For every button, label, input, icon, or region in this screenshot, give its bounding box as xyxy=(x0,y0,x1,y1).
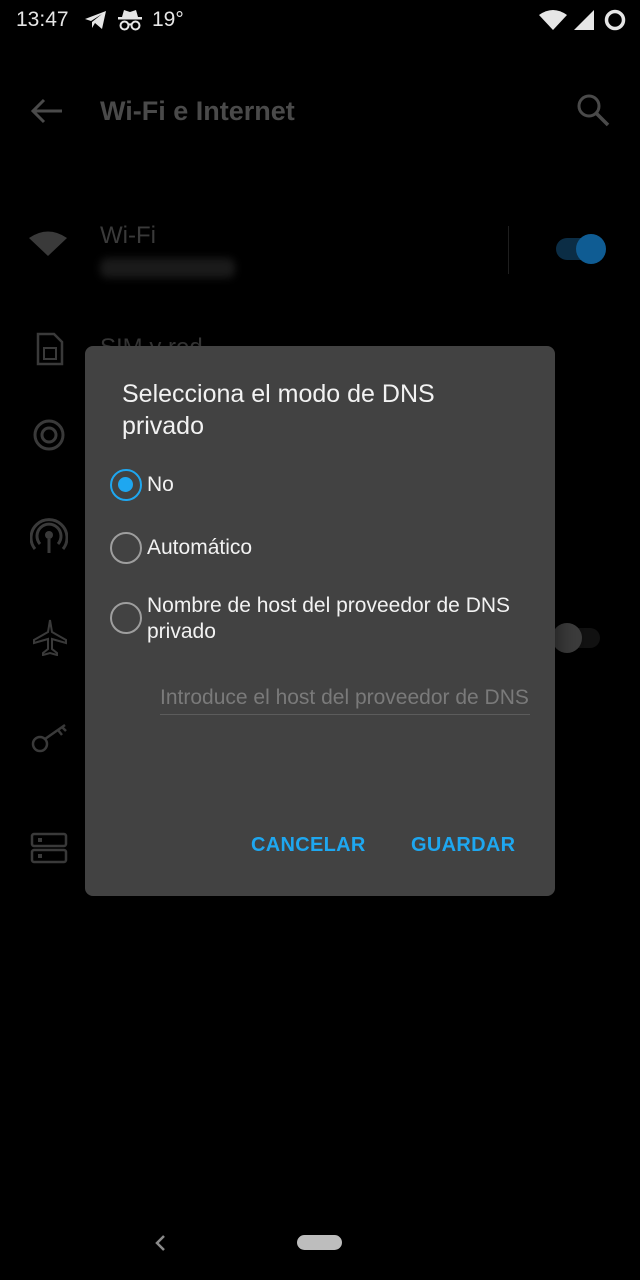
radio-button-checked[interactable] xyxy=(110,469,142,501)
save-button[interactable]: GUARDAR xyxy=(411,834,515,857)
radio-button-unchecked[interactable] xyxy=(110,602,142,634)
dns-option-hostname[interactable]: Nombre de host del proveedor de DNS priv… xyxy=(110,594,550,658)
nav-back-icon[interactable] xyxy=(152,1232,170,1254)
private-dns-dialog: Selecciona el modo de DNS privado No Aut… xyxy=(85,346,555,896)
dns-option-hostname-label: Nombre de host del proveedor de DNS priv… xyxy=(147,594,511,643)
radio-button-unchecked[interactable] xyxy=(110,532,142,564)
nav-home-pill[interactable] xyxy=(297,1235,342,1250)
dialog-title: Selecciona el modo de DNS privado xyxy=(122,380,435,440)
dns-option-off[interactable]: No xyxy=(110,469,550,503)
cancel-button[interactable]: CANCELAR xyxy=(251,834,366,857)
dns-host-input[interactable] xyxy=(160,682,530,715)
dns-option-automatic[interactable]: Automático xyxy=(110,532,550,566)
dns-option-off-label: No xyxy=(147,473,174,496)
dns-option-automatic-label: Automático xyxy=(147,536,253,559)
